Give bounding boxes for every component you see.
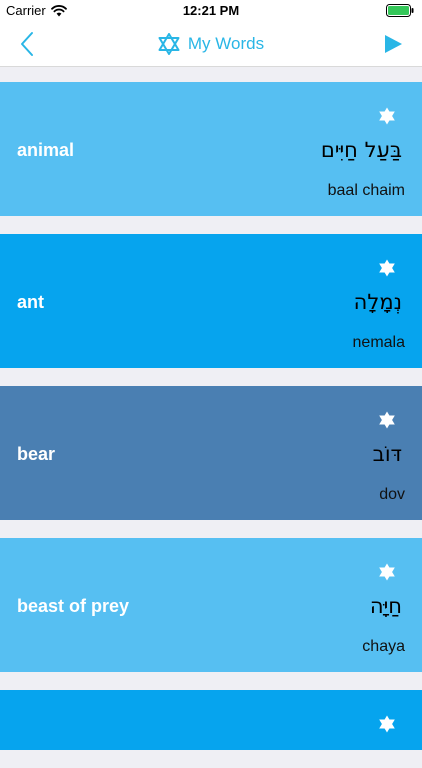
word-card[interactable]: bear דּוֹב dov — [0, 386, 422, 520]
page-title: My Words — [187, 34, 265, 53]
word-hebrew: נְמָלָה — [353, 290, 402, 314]
word-card[interactable] — [0, 690, 422, 750]
star-of-david-icon — [158, 33, 180, 55]
status-time: 12:21 PM — [182, 3, 240, 18]
word-card[interactable]: animal בַּעַל חַיִּים baal chaim — [0, 82, 422, 216]
star-of-david-icon[interactable] — [378, 411, 396, 429]
word-english: beast of prey — [17, 596, 130, 616]
navigation-bar: My Words — [0, 22, 422, 67]
word-transliteration: chaya — [362, 638, 405, 655]
word-hebrew: בַּעַל חַיִּים — [320, 138, 402, 162]
star-of-david-icon[interactable] — [378, 107, 396, 125]
word-hebrew: חַיָּה — [369, 594, 402, 618]
battery-icon — [386, 4, 414, 17]
status-right — [386, 4, 414, 17]
play-icon[interactable] — [382, 33, 404, 55]
word-english: bear — [17, 444, 56, 464]
star-of-david-icon[interactable] — [378, 259, 396, 277]
word-transliteration: nemala — [352, 334, 405, 351]
star-of-david-icon[interactable] — [378, 563, 396, 581]
word-transliteration: dov — [379, 486, 405, 503]
word-english: ant — [17, 292, 44, 312]
word-card[interactable]: beast of prey חַיָּה chaya — [0, 538, 422, 672]
word-transliteration: baal chaim — [327, 182, 405, 199]
star-of-david-icon[interactable] — [378, 715, 396, 733]
word-list: animal בַּעַל חַיִּים baal chaim ant נְמ… — [0, 82, 422, 768]
status-bar: Carrier 12:21 PM — [0, 0, 422, 22]
word-english: animal — [17, 140, 75, 160]
word-card[interactable]: ant נְמָלָה nemala — [0, 234, 422, 368]
word-hebrew: דּוֹב — [372, 442, 402, 466]
nav-title-group: My Words — [0, 22, 422, 66]
